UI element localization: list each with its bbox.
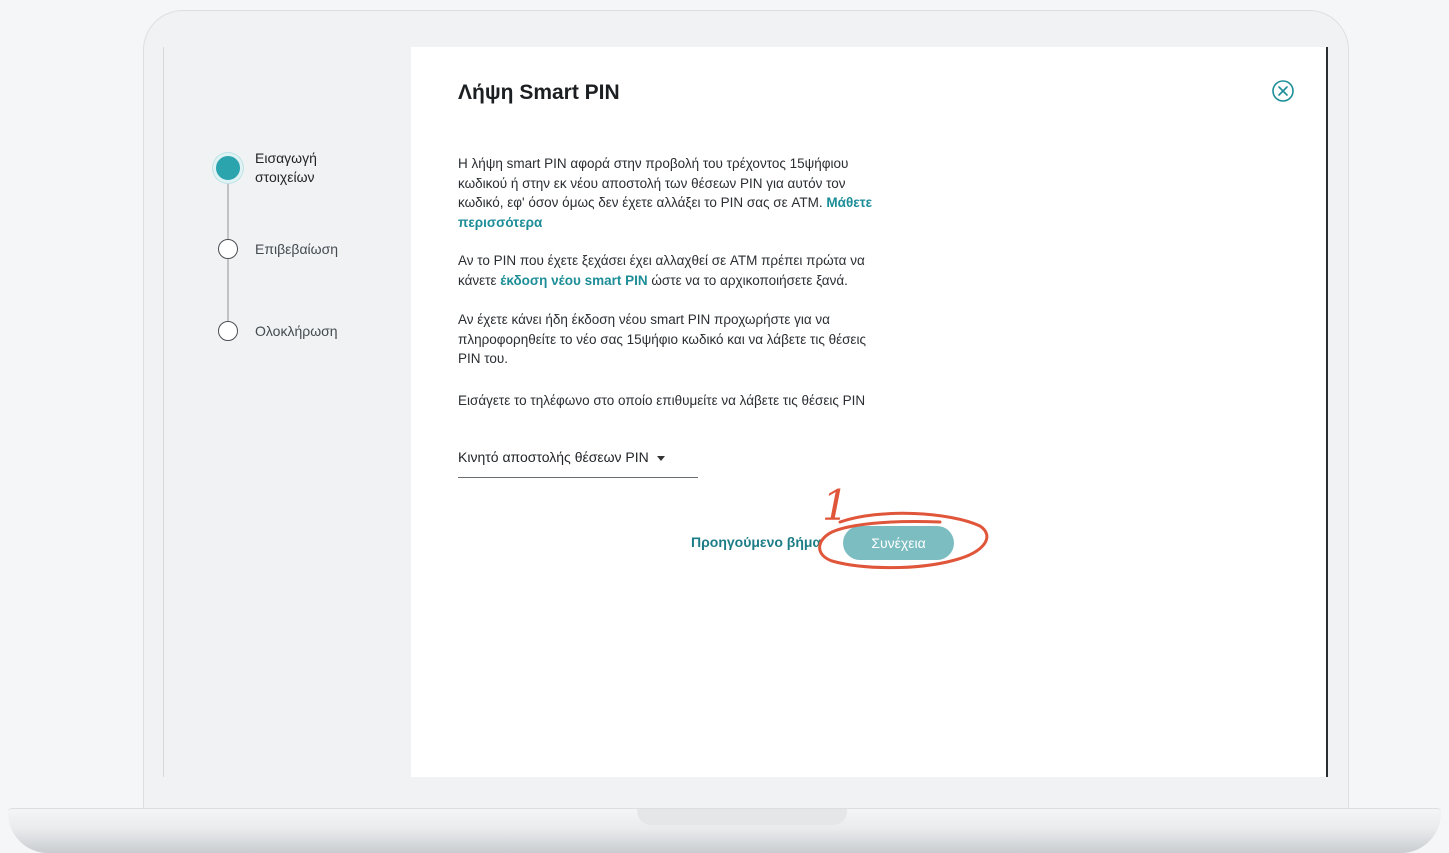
new-smart-pin-link[interactable]: έκδοση νέου smart PIN [500,273,647,288]
laptop-base [8,808,1441,853]
previous-step-link[interactable]: Προηγούμενο βήμα [691,534,821,550]
laptop-notch [637,809,847,825]
text-line: κωδικού ή στην εκ νέου αποστολή των θέσε… [458,175,846,191]
step-label-details: Εισαγωγή στοιχείων [255,149,317,187]
step-label-complete: Ολοκλήρωση [255,323,338,339]
reset-paragraph: Αν το PIN που έχετε ξεχάσει έχει αλλαχθε… [458,251,958,290]
text-line: πληροφορηθείτε το νέο σας 15ψήφιο κωδικό… [458,331,866,347]
text-line: κάνετε έκδοση νέου smart PIN ώστε να το … [458,271,958,291]
laptop-screen: Εισαγωγή στοιχείων Επιβεβαίωση Ολοκλήρωσ… [163,47,1328,777]
text-span: κάνετε [458,272,497,288]
text-line: Αν έχετε κάνει ήδη έκδοση νέου smart PIN… [458,312,830,327]
step-label-confirm: Επιβεβαίωση [255,241,339,257]
phone-instruction: Εισάγετε το τηλέφωνο στο οποίο επιθυμείτ… [458,393,866,408]
proceed-paragraph: Αν έχετε κάνει ήδη έκδοση νέου smart PIN… [458,310,958,369]
learn-more-link[interactable]: Μάθετε [826,195,872,210]
step-label-line: στοιχείων [255,169,315,185]
continue-button[interactable]: Συνέχεια [843,526,954,560]
text-span: ώστε να το αρχικοποιήσετε ξανά. [651,272,848,288]
text-line: κωδικό, εφ' όσον όμως δεν έχετε αλλάξει … [458,193,958,213]
text-line: Η λήψη smart PIN αφορά στην προβολή του … [458,156,849,171]
caret-down-icon [656,455,665,461]
step-label-line: Εισαγωγή [255,150,317,166]
step-indicator-active [213,153,243,183]
main-panel: Λήψη Smart PIN Η λήψη smart PIN αφορά στ… [411,47,1326,777]
step-indicator-pending [218,239,238,259]
stepper-connector [227,258,229,322]
phone-select-dropdown[interactable]: Κινητό αποστολής θέσεων PIN [458,449,698,478]
text-span: κωδικό, εφ' όσον όμως δεν έχετε αλλάξει … [458,195,823,210]
close-icon[interactable] [1271,79,1295,103]
text-line: Αν το PIN που έχετε ξεχάσει έχει αλλαχθε… [458,253,865,268]
intro-paragraph: Η λήψη smart PIN αφορά στην προβολή του … [458,154,958,232]
page-title: Λήψη Smart PIN [458,81,620,104]
learn-more-link[interactable]: περισσότερα [458,215,542,230]
text-line: PIN του. [458,351,509,366]
dropdown-label: Κινητό αποστολής θέσεων PIN [458,449,649,465]
step-indicator-pending [218,321,238,341]
